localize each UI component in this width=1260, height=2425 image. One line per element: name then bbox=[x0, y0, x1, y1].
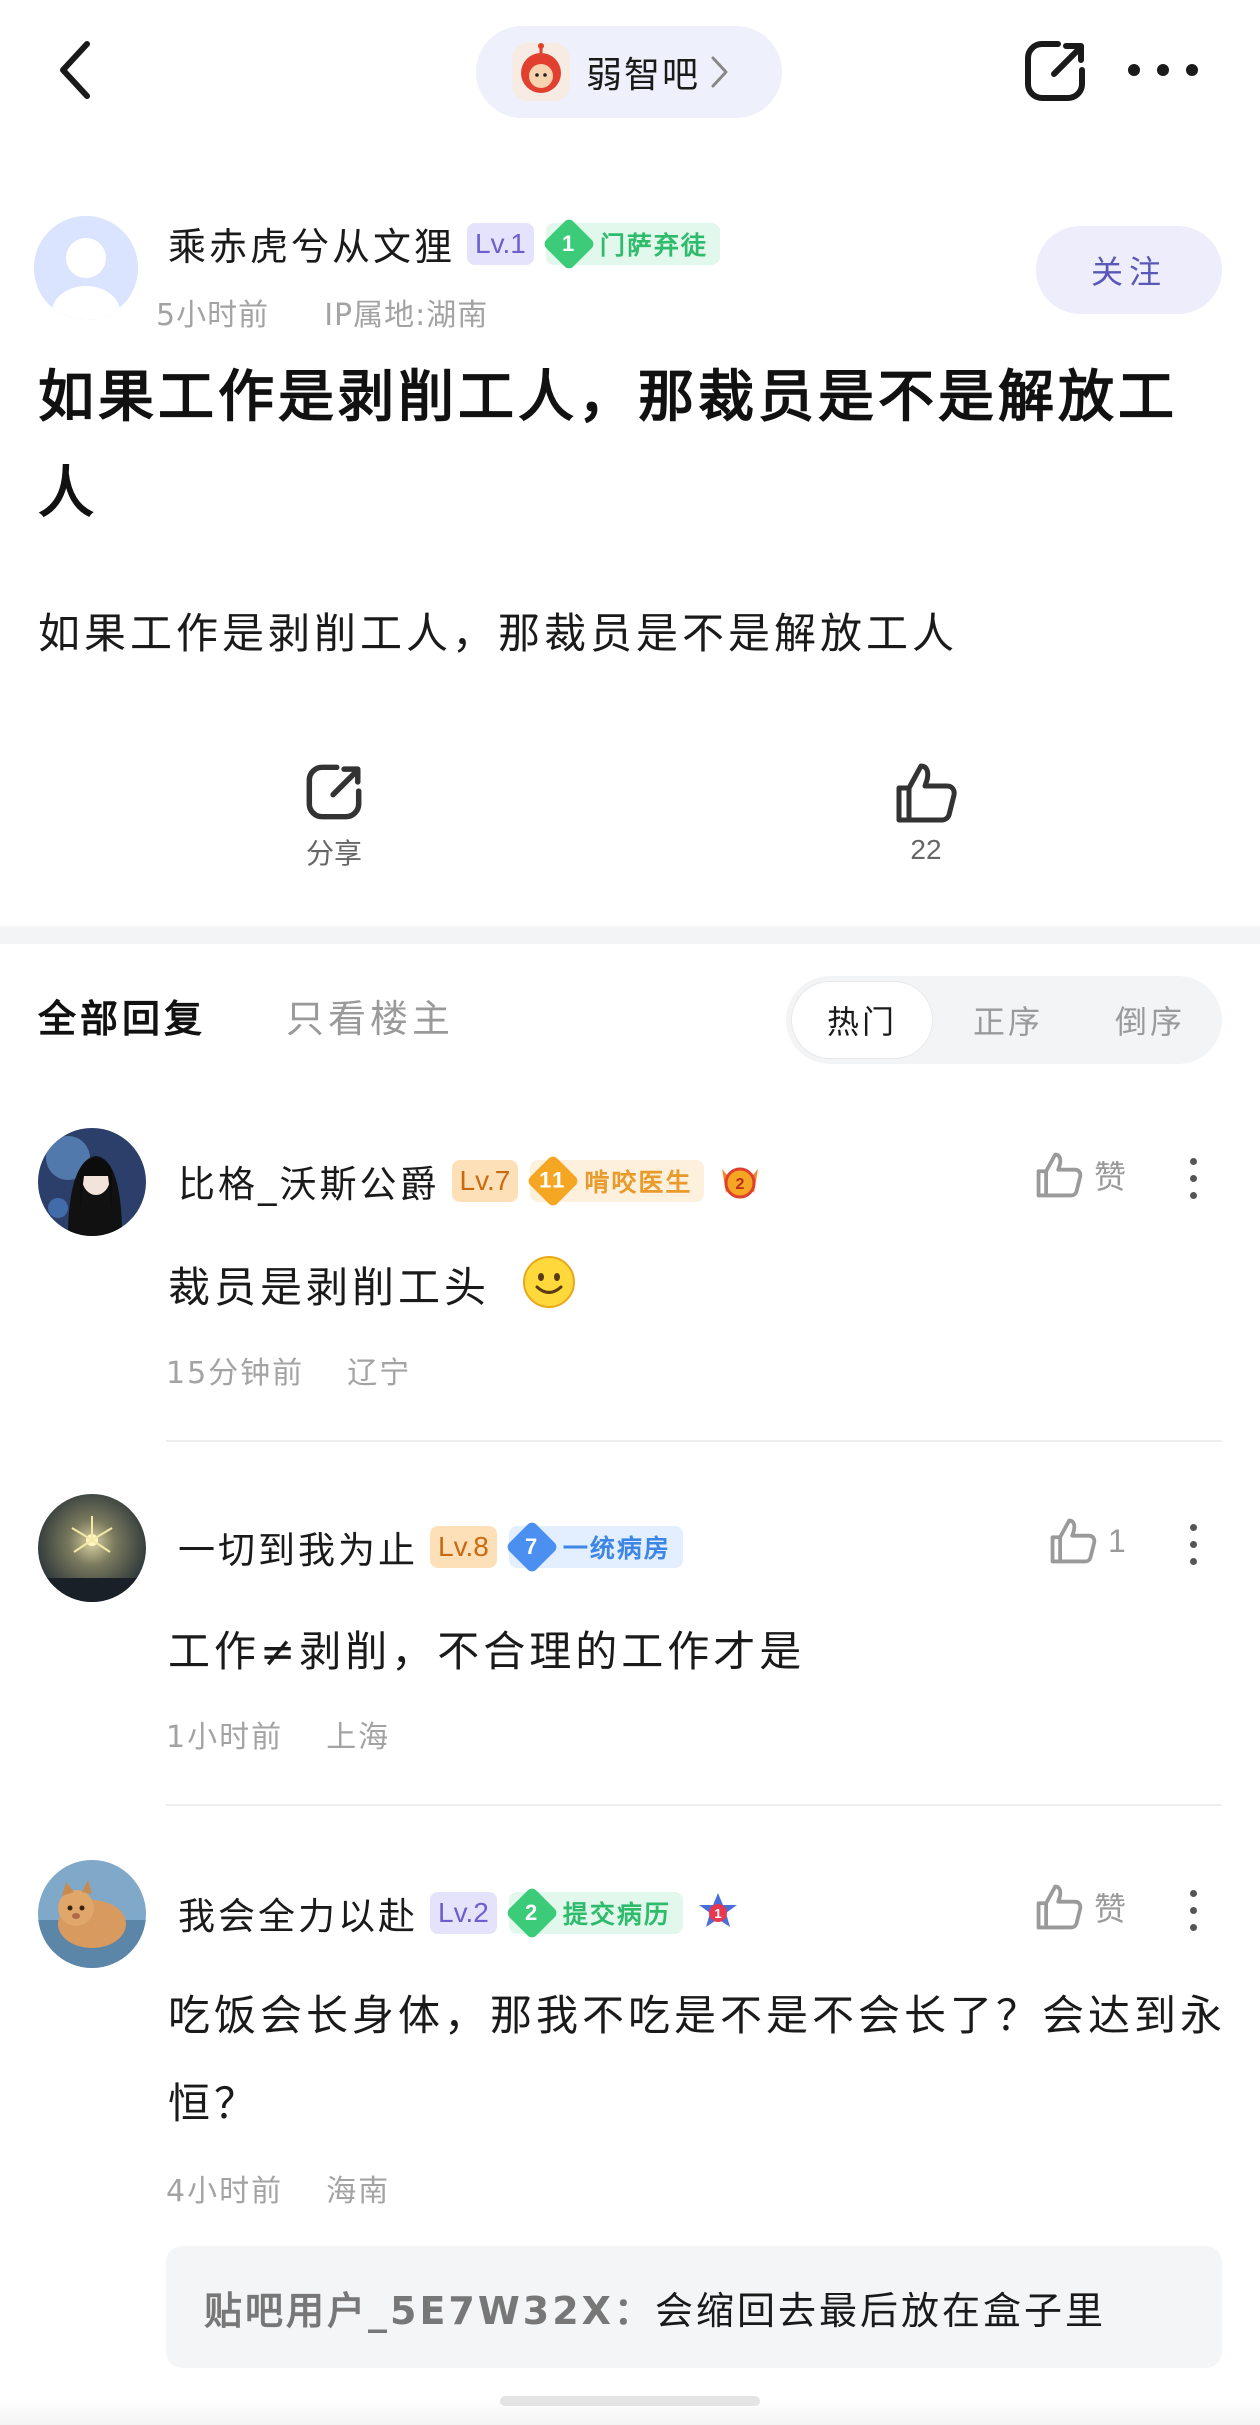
svg-text:2: 2 bbox=[736, 1176, 745, 1193]
badge-gem-icon: 7 bbox=[504, 1520, 559, 1574]
level-badge: Lv.1 bbox=[467, 222, 534, 265]
comment-divider bbox=[166, 1804, 1222, 1806]
honor-badge: 7 一统病房 bbox=[504, 1520, 683, 1574]
sub-reply-text: 会缩回去最后放在盒子里 bbox=[654, 2288, 1106, 2333]
thumbs-up-icon bbox=[896, 763, 957, 823]
share-label: 分享 bbox=[305, 838, 362, 869]
thumbs-up-icon bbox=[1036, 1884, 1083, 1930]
badge-title: 门萨弃徒 bbox=[599, 230, 708, 260]
like-label: 赞 bbox=[1094, 1159, 1127, 1195]
replies-header: 全部回复 只看楼主 热门 正序 倒序 bbox=[0, 970, 1260, 1070]
commenter-name[interactable]: 我会全力以赴 bbox=[178, 1886, 418, 1940]
comment-divider bbox=[166, 1440, 1222, 1442]
honor-badge: 1 门萨弃徒 bbox=[542, 216, 720, 271]
forum-logo bbox=[512, 43, 570, 101]
comment-location: 上海 bbox=[326, 1720, 391, 1755]
like-label: 赞 bbox=[1094, 1891, 1127, 1927]
share-icon bbox=[1025, 41, 1085, 101]
comment-more-button[interactable] bbox=[1186, 1890, 1200, 1931]
more-dot bbox=[1157, 64, 1169, 76]
share-icon bbox=[306, 764, 362, 820]
author-name-row: 乘赤虎兮从文狸 Lv.1 1 门萨弃徒 bbox=[168, 216, 720, 271]
post-actions: 分享 22 bbox=[0, 750, 1260, 890]
medal-icon: 2 bbox=[722, 1167, 759, 1199]
comment-meta: 15分钟前 辽宁 bbox=[166, 1348, 411, 1392]
ip-location: IP属地:湖南 bbox=[324, 298, 489, 333]
comment-time: 1小时前 bbox=[166, 1720, 284, 1755]
sort-option-descending[interactable]: 倒序 bbox=[1080, 982, 1220, 1058]
honor-badge: 2 提交病历 bbox=[504, 1886, 683, 1940]
comment-meta: 1小时前 上海 bbox=[166, 1712, 390, 1756]
badge-title: 啃咬医生 bbox=[584, 1168, 693, 1197]
chevron-right-icon bbox=[711, 56, 728, 88]
top-navigation-bar: 弱智吧 bbox=[0, 0, 1260, 150]
sort-option-hot[interactable]: 热门 bbox=[792, 982, 932, 1058]
badge-title: 一统病房 bbox=[562, 1534, 671, 1563]
more-dot bbox=[1128, 64, 1140, 76]
smile-emoji-icon bbox=[523, 1256, 576, 1308]
comment-more-button[interactable] bbox=[1186, 1158, 1200, 1199]
level-badge: Lv.8 bbox=[430, 1526, 497, 1568]
rank-medal-icon: 1 bbox=[698, 1893, 737, 1927]
author-name[interactable]: 乘赤虎兮从文狸 bbox=[168, 216, 455, 271]
forum-entry-button[interactable]: 弱智吧 bbox=[476, 26, 782, 118]
commenter-name-row: 一切到我为止 Lv.8 7 一统病房 bbox=[178, 1520, 683, 1574]
comment-like-button[interactable]: 赞 bbox=[1034, 1150, 1126, 1200]
commenter-name[interactable]: 一切到我为止 bbox=[178, 1520, 418, 1574]
commenter-avatar[interactable] bbox=[38, 1860, 146, 1968]
comment-text: 工作≠剥削，不合理的工作才是 bbox=[168, 1627, 806, 1676]
badge-title: 提交病历 bbox=[562, 1900, 671, 1929]
thumbs-up-icon bbox=[1036, 1152, 1083, 1198]
sort-selector: 热门 正序 倒序 bbox=[786, 976, 1222, 1064]
comment-text: 吃饭会长身体，那我不吃是不是不会长了？会达到永恒？ bbox=[168, 1991, 1227, 2128]
post-time: 5小时前 bbox=[156, 298, 270, 333]
comment-more-button[interactable] bbox=[1186, 1524, 1200, 1565]
commenter-name[interactable]: 比格_沃斯公爵 bbox=[178, 1154, 440, 1208]
post-title: 如果工作是剥削工人，那裁员是不是解放工人 bbox=[38, 365, 1178, 526]
commenter-name-row: 我会全力以赴 Lv.2 2 提交病历 1 bbox=[178, 1886, 741, 1940]
author-avatar[interactable] bbox=[34, 216, 138, 320]
post-body: 如果工作是剥削工人，那裁员是不是解放工人 bbox=[38, 609, 959, 658]
sort-option-ascending[interactable]: 正序 bbox=[938, 982, 1078, 1058]
more-options-button[interactable] bbox=[1128, 50, 1198, 90]
post-like-button[interactable]: 22 bbox=[846, 760, 1006, 866]
comment-time: 15分钟前 bbox=[166, 1356, 305, 1391]
tab-op-only[interactable]: 只看楼主 bbox=[286, 988, 454, 1043]
post-share-button[interactable]: 分享 bbox=[254, 760, 414, 872]
level-badge: Lv.7 bbox=[451, 1160, 519, 1202]
badge-gem-icon: 11 bbox=[526, 1154, 581, 1208]
commenter-avatar[interactable] bbox=[38, 1128, 146, 1236]
badge-gem-icon: 2 bbox=[504, 1886, 559, 1940]
comment-time: 4小时前 bbox=[166, 2174, 284, 2209]
comment-meta: 4小时前 海南 bbox=[166, 2166, 390, 2210]
svg-text:1: 1 bbox=[714, 1906, 721, 1921]
forum-name: 弱智吧 bbox=[586, 55, 701, 96]
like-count: 1 bbox=[1108, 1522, 1126, 1559]
badge-gem-icon: 1 bbox=[542, 216, 596, 271]
comment-text: 裁员是剥削工头 bbox=[168, 1244, 1228, 1332]
sub-reply[interactable]: 贴吧用户_5E7W32X： 会缩回去最后放在盒子里 bbox=[166, 2246, 1222, 2368]
tab-all-replies[interactable]: 全部回复 bbox=[38, 988, 206, 1043]
follow-button[interactable]: 关注 bbox=[1036, 226, 1222, 314]
author-meta: 5小时前 IP属地:湖南 bbox=[156, 290, 488, 334]
section-divider bbox=[0, 926, 1260, 944]
honor-badge: 11 啃咬医生 bbox=[526, 1154, 705, 1208]
chevron-left-icon bbox=[60, 41, 90, 99]
back-button[interactable] bbox=[40, 30, 110, 110]
comment-like-button[interactable]: 赞 bbox=[1034, 1882, 1126, 1932]
thumbs-up-icon bbox=[1050, 1518, 1097, 1564]
comment-like-button[interactable]: 1 bbox=[1048, 1516, 1126, 1566]
comment-location: 辽宁 bbox=[347, 1356, 412, 1391]
commenter-name-row: 比格_沃斯公爵 Lv.7 11 啃咬医生 2 bbox=[178, 1154, 764, 1208]
home-indicator bbox=[500, 2396, 760, 2406]
like-count: 22 bbox=[910, 834, 942, 865]
commenter-avatar[interactable] bbox=[38, 1494, 146, 1602]
comment-location: 海南 bbox=[326, 2174, 391, 2209]
sub-reply-user[interactable]: 贴吧用户_5E7W32X： bbox=[204, 2280, 655, 2335]
level-badge: Lv.2 bbox=[430, 1892, 497, 1934]
more-dot bbox=[1186, 64, 1198, 76]
post-author: 乘赤虎兮从文狸 Lv.1 1 门萨弃徒 5小时前 IP属地:湖南 关注 bbox=[0, 210, 1260, 333]
share-button[interactable] bbox=[1020, 36, 1090, 106]
